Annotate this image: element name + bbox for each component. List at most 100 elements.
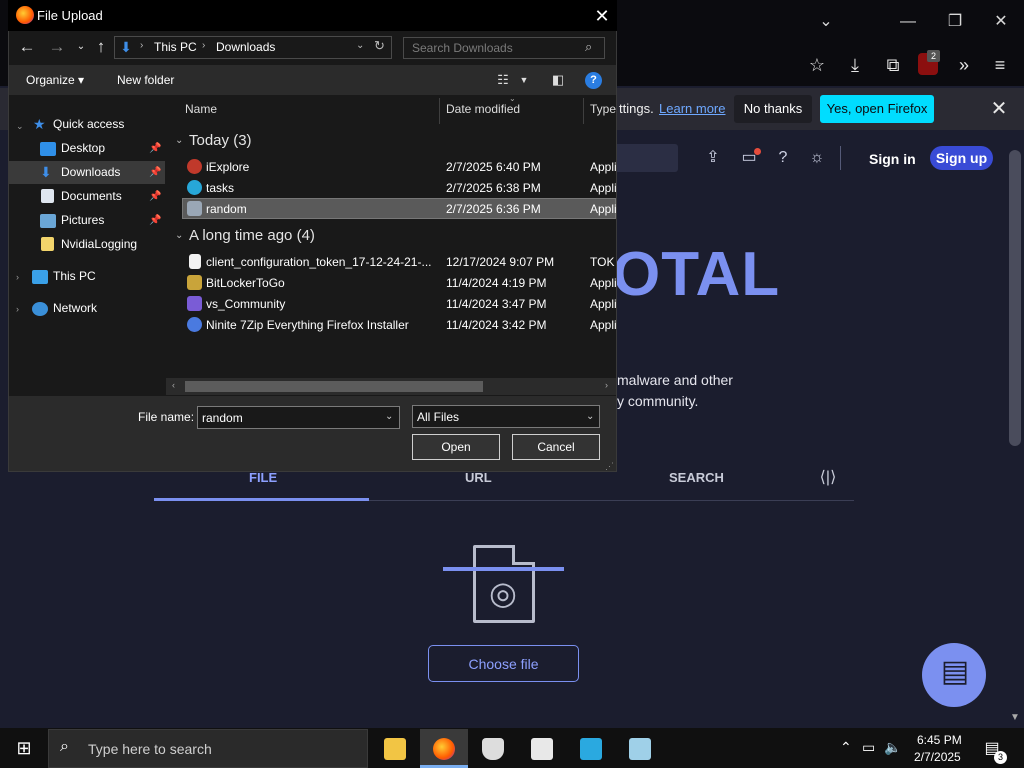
- sidebar-item-downloads[interactable]: Downloads: [61, 161, 120, 183]
- recent-locations-icon[interactable]: ⌄: [71, 36, 91, 58]
- view-options-icon[interactable]: ☷: [494, 71, 512, 89]
- file-explorer-icon[interactable]: [384, 738, 406, 760]
- file-date: 12/17/2024 9:07 PM: [446, 255, 555, 269]
- page-scroll-thumb[interactable]: [1009, 150, 1021, 446]
- file-name[interactable]: client_configuration_token_17-12-24-21-.…: [206, 255, 431, 269]
- resize-grip-icon[interactable]: ⋰: [605, 461, 614, 472]
- open-firefox-button[interactable]: Yes, open Firefox: [820, 95, 934, 123]
- theme-sun-icon[interactable]: ☼: [806, 147, 828, 169]
- refresh-icon[interactable]: ↻: [374, 38, 385, 54]
- new-folder-button[interactable]: New folder: [117, 73, 174, 87]
- volume-muted-icon[interactable]: 🔈: [884, 739, 901, 756]
- notepad-app-icon[interactable]: [629, 738, 651, 760]
- back-arrow-icon[interactable]: ←: [17, 36, 37, 58]
- open-button[interactable]: Open: [412, 434, 500, 460]
- tab-api-icon[interactable]: ⟨|⟩: [817, 467, 839, 487]
- site-search-input[interactable]: [612, 144, 678, 172]
- column-type[interactable]: Type: [590, 102, 616, 116]
- pin-icon: 📌: [149, 191, 162, 202]
- group-collapse-icon[interactable]: ⌄: [175, 135, 183, 146]
- no-thanks-button[interactable]: No thanks: [734, 95, 812, 123]
- close-window-icon[interactable]: ✕: [989, 10, 1013, 34]
- sidebar-item-network[interactable]: Network: [53, 297, 97, 319]
- learn-more-link[interactable]: Learn more: [659, 101, 725, 116]
- ublock-count-badge: 2: [927, 50, 940, 62]
- sidebar-item-nvidialogging[interactable]: NvidiaLogging: [61, 233, 137, 255]
- upload-icon[interactable]: ⇪: [702, 147, 724, 169]
- help-icon[interactable]: ?: [772, 147, 794, 169]
- windows-security-icon[interactable]: [482, 738, 504, 760]
- downloads-icon[interactable]: ⤓: [842, 52, 868, 78]
- file-name[interactable]: tasks: [206, 181, 234, 195]
- sidebar-item-this-pc[interactable]: This PC: [53, 265, 96, 287]
- expand-chevron-icon[interactable]: ›: [16, 272, 19, 282]
- scroll-left-icon[interactable]: ‹: [172, 380, 175, 390]
- column-divider[interactable]: [583, 98, 584, 124]
- column-divider[interactable]: [439, 98, 440, 124]
- sign-up-button[interactable]: Sign up: [930, 146, 993, 170]
- extensions-icon[interactable]: ⧉: [880, 52, 906, 78]
- sign-in-link[interactable]: Sign in: [869, 151, 916, 167]
- bookmark-star-icon[interactable]: ☆: [804, 52, 830, 78]
- forward-arrow-icon[interactable]: →: [47, 36, 67, 58]
- chat-icon: ▤: [940, 655, 970, 688]
- file-name[interactable]: vs_Community: [206, 297, 285, 311]
- up-arrow-icon[interactable]: ↑: [91, 36, 111, 58]
- scroll-right-icon[interactable]: ›: [605, 380, 608, 390]
- search-icon[interactable]: ⌕: [585, 39, 592, 55]
- file-name-dropdown-icon[interactable]: ⌄: [385, 411, 393, 422]
- tab-search[interactable]: SEARCH: [669, 470, 724, 485]
- sidebar-item-documents[interactable]: Documents: [61, 185, 122, 207]
- cancel-button[interactable]: Cancel: [512, 434, 600, 460]
- menu-icon[interactable]: ≡: [987, 52, 1013, 78]
- tab-file[interactable]: FILE: [249, 470, 277, 485]
- expand-chevron-icon[interactable]: ›: [16, 304, 19, 314]
- horizontal-scroll-thumb[interactable]: [185, 381, 483, 392]
- iexplore-app-icon: [187, 159, 202, 174]
- selected-row-highlight[interactable]: [182, 198, 616, 219]
- network-tray-icon[interactable]: ▭: [862, 739, 875, 756]
- file-name[interactable]: BitLockerToGo: [206, 276, 285, 290]
- pin-icon: 📌: [149, 167, 162, 178]
- more-tools-icon[interactable]: »: [951, 52, 977, 78]
- dialog-close-icon[interactable]: ✕: [590, 4, 614, 28]
- breadcrumb-this-pc[interactable]: This PC: [154, 40, 197, 54]
- column-date-modified[interactable]: Date modified: [446, 102, 520, 116]
- address-dropdown-icon[interactable]: ⌄: [356, 40, 364, 51]
- organize-button[interactable]: Organize ▾: [26, 73, 84, 87]
- file-name[interactable]: Ninite 7Zip Everything Firefox Installer: [206, 318, 409, 332]
- scan-line: [443, 567, 564, 571]
- filter-dropdown-icon[interactable]: ⌄: [586, 411, 594, 422]
- file-type: TOK: [590, 255, 615, 269]
- help-icon[interactable]: ?: [585, 72, 602, 89]
- show-hidden-icons-icon[interactable]: ⌃: [840, 739, 852, 756]
- choose-file-button[interactable]: Choose file: [428, 645, 579, 682]
- file-type: Appli: [590, 276, 616, 290]
- windows-start-icon[interactable]: ⊞: [14, 738, 34, 758]
- notification-close-icon[interactable]: ✕: [988, 98, 1010, 120]
- breadcrumb-downloads[interactable]: Downloads: [216, 40, 275, 54]
- sidebar-item-desktop[interactable]: Desktop: [61, 137, 105, 159]
- group-header-long-ago[interactable]: A long time ago (4): [189, 227, 315, 244]
- scroll-down-icon[interactable]: ▼: [1008, 712, 1022, 723]
- group-collapse-icon[interactable]: ⌄: [175, 230, 183, 241]
- minimize-icon[interactable]: —: [896, 10, 920, 34]
- sidebar-item-pictures[interactable]: Pictures: [61, 209, 104, 231]
- list-all-tabs-icon[interactable]: ⌄: [814, 10, 838, 34]
- clock-date[interactable]: 2/7/2025: [914, 750, 961, 764]
- file-name[interactable]: random: [206, 202, 247, 216]
- expand-chevron-icon[interactable]: ⌄: [16, 121, 24, 132]
- restore-icon[interactable]: ❐: [943, 10, 967, 34]
- file-type: Appli: [590, 202, 616, 216]
- firefox-taskbar-icon[interactable]: [433, 738, 455, 760]
- 7zip-icon[interactable]: [531, 738, 553, 760]
- tab-url[interactable]: URL: [465, 470, 492, 485]
- preview-pane-icon[interactable]: ◧: [549, 71, 567, 89]
- sidebar-item-quick-access[interactable]: Quick access: [53, 113, 124, 135]
- group-header-today[interactable]: Today (3): [189, 132, 252, 149]
- view-dropdown-icon[interactable]: ▼: [515, 71, 533, 89]
- file-name[interactable]: iExplore: [206, 160, 249, 174]
- clock-time[interactable]: 6:45 PM: [917, 733, 962, 747]
- magnifier-app-icon[interactable]: [580, 738, 602, 760]
- column-name[interactable]: Name: [185, 102, 217, 116]
